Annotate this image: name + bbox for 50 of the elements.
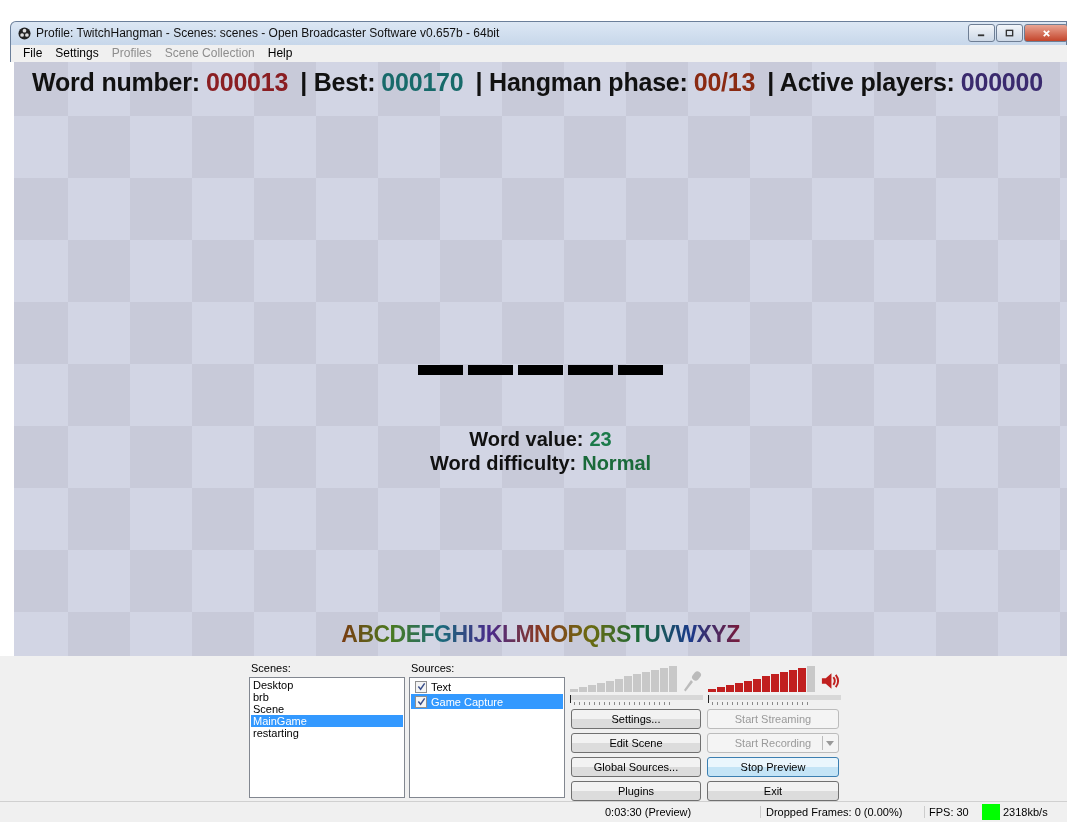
- menu-item[interactable]: Settings: [55, 46, 99, 61]
- letter-blank: [468, 364, 513, 375]
- scene-item[interactable]: restarting: [251, 727, 403, 740]
- stat-label: Word number:: [32, 67, 200, 97]
- stat-value: 00/13: [693, 67, 756, 97]
- close-icon: [1041, 29, 1051, 38]
- info-value: Normal: [582, 450, 652, 475]
- sources-label: Sources:: [410, 662, 456, 677]
- info-label: Word value:: [469, 426, 584, 451]
- scenes-label: Scenes:: [250, 662, 292, 677]
- stat-value: 000000: [960, 67, 1043, 97]
- checkbox[interactable]: [415, 695, 427, 708]
- stat-value: 000170: [381, 67, 464, 97]
- sources-list[interactable]: Text Game Capture: [409, 677, 565, 799]
- dropped-frames: Dropped Frames: 0 (0.00%): [760, 806, 924, 818]
- action-button[interactable]: Plugins: [571, 781, 701, 802]
- action-button[interactable]: Edit Scene: [571, 733, 701, 754]
- maximize-icon: [1005, 29, 1014, 38]
- letter-blank: [618, 364, 663, 375]
- stat-value: 000013: [206, 67, 289, 97]
- info-value: 23: [589, 426, 612, 451]
- action-button[interactable]: Global Sources...: [571, 757, 701, 778]
- letter-blank: [568, 364, 613, 375]
- menu-item[interactable]: File: [23, 46, 43, 61]
- stat-label: | Active players:: [767, 67, 955, 97]
- stream-time: 0:03:30 (Preview): [605, 806, 693, 818]
- caret-icon: [826, 740, 834, 746]
- scene-item[interactable]: brb: [251, 691, 403, 704]
- checkbox[interactable]: [415, 680, 427, 693]
- letter-blank: [418, 364, 463, 375]
- minimize-button[interactable]: [968, 24, 995, 43]
- bitrate-readout: 2318kb/s: [1003, 806, 1048, 818]
- volume-slider[interactable]: [708, 695, 841, 706]
- maximize-button[interactable]: [996, 24, 1023, 43]
- scene-item[interactable]: Desktop: [251, 679, 403, 692]
- app-logo-icon: [18, 27, 31, 40]
- source-item[interactable]: Text: [411, 679, 563, 695]
- volume-slider[interactable]: [570, 695, 703, 706]
- scenes-list[interactable]: Desktop brb Scene MainGame restarting: [249, 677, 405, 799]
- scene-item[interactable]: Scene: [251, 703, 403, 716]
- action-button[interactable]: Settings...: [571, 709, 701, 730]
- letter-blank: [518, 364, 563, 375]
- window-title: Profile: TwitchHangman - Scenes: scenes - Open Broadcaster Software v0.657b - 64bit: [36, 26, 501, 41]
- stat-label: | Hangman phase:: [475, 67, 688, 97]
- action-button[interactable]: Exit: [707, 781, 839, 802]
- action-button[interactable]: Stop Preview: [707, 757, 839, 778]
- menu-item[interactable]: Help: [267, 46, 293, 61]
- close-button[interactable]: [1024, 24, 1067, 43]
- stat-label: | Best:: [300, 67, 376, 97]
- info-label: Word difficulty:: [429, 450, 577, 475]
